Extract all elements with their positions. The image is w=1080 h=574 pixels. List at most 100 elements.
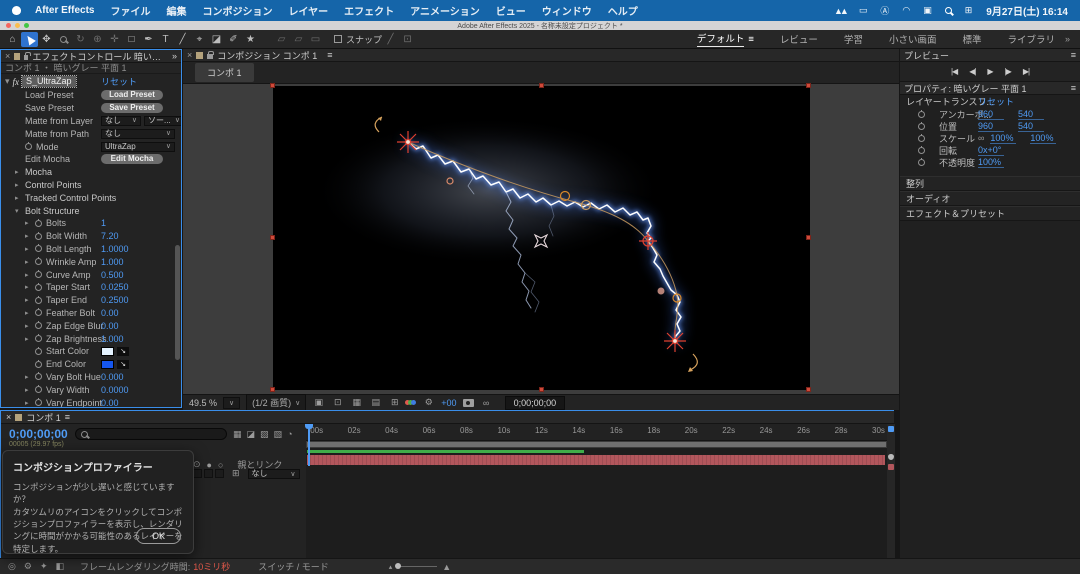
section-header[interactable]: オーディオ [900,191,1080,206]
twirl-icon[interactable]: ▸ [25,245,35,253]
property-value[interactable]: 960 [978,109,1004,120]
color-swatch[interactable] [101,347,114,356]
fast-previews-gear-icon[interactable]: ⚙ [422,397,435,408]
menu-item[interactable]: ビュー [496,3,526,18]
rulers-icon[interactable]: ⊞ [388,397,401,408]
selection-handle[interactable] [539,387,544,392]
preview-panel-title[interactable]: プレビュー [904,49,949,62]
property-dropdown-secondary[interactable]: ソー...∨ [144,116,182,126]
tool-button[interactable]: ✥ [38,32,55,47]
motion-blur-icon[interactable]: ◔ [287,429,292,440]
transport-button[interactable]: ▶ [987,67,992,76]
color-swatch[interactable] [101,360,114,369]
twirl-icon[interactable]: ▸ [25,322,35,330]
property-value[interactable]: 0.00 [101,321,119,331]
property-value[interactable]: 7.20 [101,231,119,241]
magnification-value[interactable]: 49.5 % [189,398,217,408]
property-value[interactable]: 0.00 [101,398,119,408]
spotlight-search-icon[interactable] [945,7,952,14]
composition-viewer[interactable] [183,84,899,394]
ok-button[interactable]: OK [136,528,181,544]
twirl-icon[interactable]: ▸ [25,283,35,291]
transport-button[interactable]: |▶ [1005,67,1011,76]
menu-item[interactable]: コンポジション [202,3,272,18]
workspace-tab[interactable]: 学習 [844,32,863,46]
shy-layers-icon[interactable]: ▨ [260,429,269,440]
apple-menu-icon[interactable] [12,6,21,15]
lock-icon[interactable] [207,54,213,59]
property-dropdown[interactable]: なし∨ [101,129,175,139]
zoom-slider-knob[interactable] [395,563,401,569]
effect-controls-title[interactable]: エフェクトコントロール 暗いグレー 平面 1 [32,50,168,63]
workspace-overflow-icon[interactable]: » [1065,34,1070,44]
composition-panel-title[interactable]: コンポジション コンポ 1 [217,49,317,62]
tool-button[interactable]: ╱ [174,32,191,47]
property-value[interactable]: 1.0000 [101,244,129,254]
work-area-bar[interactable] [306,441,887,448]
property-dropdown[interactable]: なし∨ [101,116,141,126]
flag-icon[interactable]: ◧ [55,561,64,572]
property-value[interactable]: 0.00 [101,308,119,318]
lock-icon[interactable] [24,55,29,60]
current-time-indicator[interactable] [308,424,310,466]
guides-icon[interactable]: ▤ [369,397,382,408]
control-center-icon[interactable]: ⊞ [965,5,973,16]
mask-visibility-icon[interactable]: ▣ [312,397,325,408]
stopwatch-icon[interactable] [35,220,42,227]
selection-handle[interactable] [539,83,544,88]
property-button[interactable]: Save Preset [101,103,163,113]
timeline-scrollbar[interactable] [887,424,895,559]
input-source-icon[interactable]: Ⓐ [880,4,889,17]
grid-mode-icon[interactable]: ⊡ [399,32,416,47]
link-dimensions-icon[interactable]: ∞ [978,133,984,143]
twirl-icon[interactable]: ▸ [15,194,25,202]
snap-checkbox[interactable] [334,35,342,43]
property-value[interactable]: 540 [1018,121,1044,132]
stopwatch-icon[interactable] [918,159,925,166]
tool-button[interactable] [55,32,72,47]
property-dropdown[interactable]: UltraZap∨ [101,142,175,152]
stopwatch-icon[interactable] [35,284,42,291]
stopwatch-icon[interactable] [35,373,42,380]
timeline-zoom-slider[interactable]: ▴ ▲ [389,562,451,572]
twirl-icon[interactable]: ▸ [25,271,35,279]
workspace-tab[interactable]: レビュー [780,32,818,46]
close-panel-icon[interactable]: × [5,51,10,61]
selection-handle[interactable] [270,235,275,240]
composition-viewer-tab[interactable]: コンポ 1 [195,63,254,82]
stopwatch-icon[interactable] [25,143,32,150]
stopwatch-icon[interactable] [35,309,42,316]
twirl-icon[interactable]: ▸ [25,309,35,317]
section-header[interactable]: エフェクト＆プリセット [900,206,1080,221]
info-icon[interactable]: ✦ [40,561,48,572]
switches-modes-toggle[interactable]: スイッチ / モード [258,560,329,573]
property-value[interactable]: 960 [978,121,1004,132]
close-panel-icon[interactable]: × [187,50,192,60]
exposure-value[interactable]: +00 [441,398,456,408]
twirl-icon[interactable]: ▸ [25,258,35,266]
composition-flowchart-icon[interactable]: ▦ [233,429,242,440]
twirl-open-icon[interactable]: ▾ [5,76,10,87]
property-value[interactable]: 0.2500 [101,295,129,305]
zoom-in-icon[interactable]: ▲ [442,562,451,572]
property-value[interactable]: 0.500 [101,270,124,280]
layer-marker[interactable] [888,464,894,470]
property-value[interactable]: 0.000 [101,372,124,382]
properties-panel-title[interactable]: プロパティ: 暗いグレー 平面 1 [904,82,1026,95]
effect-name[interactable]: S_UltraZap [22,76,76,87]
eyedropper-icon[interactable]: ↘ [117,360,129,369]
tool-button[interactable]: ✛ [106,32,123,47]
channel-color-icon[interactable] [407,400,416,405]
tool-button[interactable]: □ [123,32,140,47]
property-value[interactable]: 540 [1018,109,1044,120]
transport-button[interactable]: ▶| [1023,67,1029,76]
align-icon[interactable]: ▱ [273,32,290,47]
property-value[interactable]: 1.000 [101,257,124,267]
property-value[interactable]: 0.0000 [101,385,129,395]
frame-blending-icon[interactable]: ▧ [274,429,283,440]
twirl-icon[interactable]: ▸ [25,219,35,227]
panel-menu-icon[interactable]: ≡ [327,50,332,60]
stopwatch-icon[interactable] [35,322,42,329]
screen-mirroring-icon[interactable]: ▣ [923,5,932,16]
tool-button[interactable]: ✒ [140,32,157,47]
